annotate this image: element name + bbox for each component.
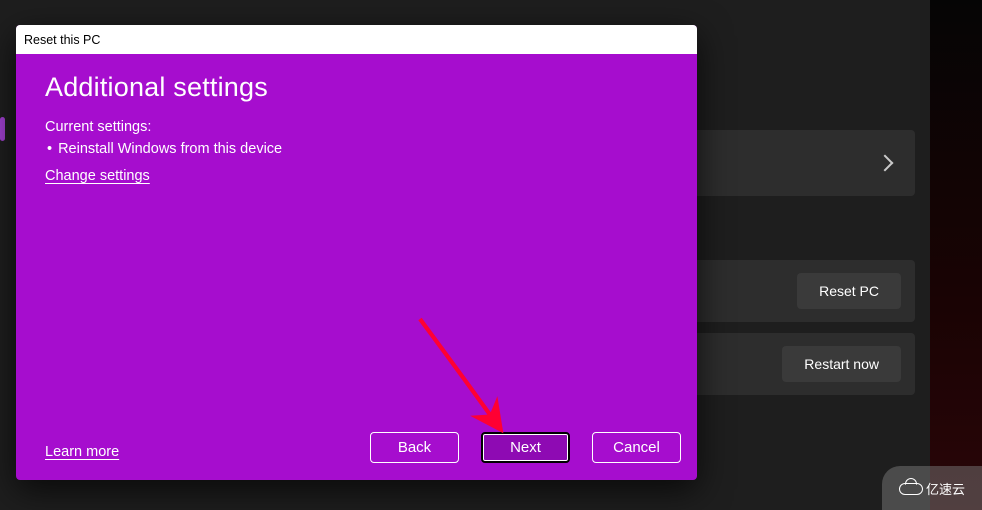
setting-item-0: Reinstall Windows from this device — [58, 141, 282, 157]
watermark-text: 亿速云 — [926, 479, 965, 498]
nav-selection-accent — [0, 117, 5, 141]
next-button[interactable]: Next — [481, 432, 570, 463]
desktop-strip — [930, 0, 982, 510]
cloud-icon — [899, 481, 921, 495]
reset-pc-dialog: Reset this PC Additional settings Curren… — [16, 25, 697, 480]
dialog-heading: Additional settings — [45, 72, 668, 103]
reset-pc-button[interactable]: Reset PC — [797, 273, 901, 309]
dialog-body: Additional settings Current settings: • R… — [16, 54, 697, 480]
learn-more-link[interactable]: Learn more — [45, 444, 119, 460]
chevron-right-icon — [877, 155, 894, 172]
restart-now-button[interactable]: Restart now — [782, 346, 901, 382]
cancel-button[interactable]: Cancel — [592, 432, 681, 463]
change-settings-link[interactable]: Change settings — [45, 168, 150, 184]
back-button[interactable]: Back — [370, 432, 459, 463]
current-settings-label: Current settings: — [45, 119, 668, 135]
watermark-badge: 亿速云 — [882, 466, 982, 510]
dialog-title-text: Reset this PC — [24, 33, 100, 47]
dialog-titlebar: Reset this PC — [16, 25, 697, 54]
current-settings-list: • Reinstall Windows from this device — [45, 141, 668, 157]
dialog-button-row: Back Next Cancel — [370, 432, 681, 463]
bullet-icon: • — [47, 141, 52, 157]
